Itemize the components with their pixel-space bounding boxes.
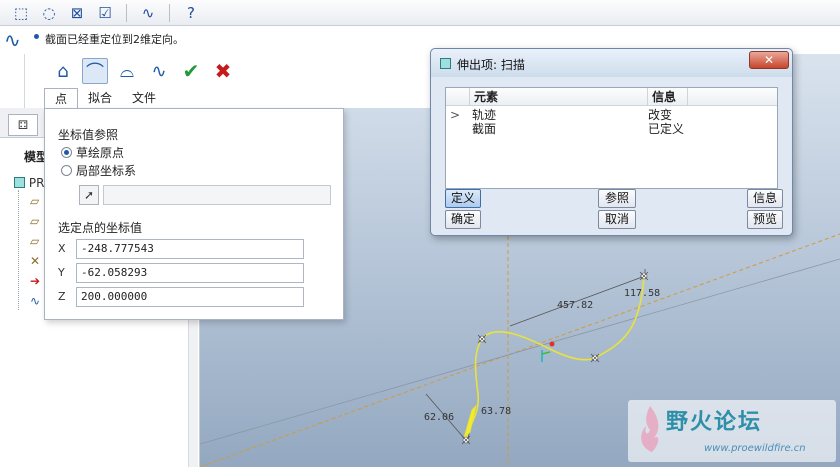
radio-local-csys[interactable]: 局部坐标系 bbox=[61, 162, 136, 179]
coord-values-heading: 选定点的坐标值 bbox=[58, 221, 143, 235]
whats-this-icon[interactable]: ? bbox=[180, 3, 202, 23]
model-tree-root[interactable]: PR bbox=[14, 176, 44, 190]
col-element-header: 元素 bbox=[470, 88, 648, 106]
dim-mid-text: 63.78 bbox=[481, 406, 511, 417]
preview-button[interactable]: 预览 bbox=[747, 210, 783, 229]
table-header-spacer bbox=[446, 88, 470, 106]
row-element[interactable]: 轨迹 bbox=[472, 108, 496, 122]
toolbar-separator bbox=[126, 3, 127, 22]
dashboard-tabs: 点 拟合 文件 bbox=[44, 88, 166, 108]
row-element[interactable]: 截面 bbox=[472, 122, 496, 136]
spline-point-1[interactable] bbox=[477, 334, 487, 344]
row-marker: > bbox=[450, 108, 461, 122]
toolbar-separator bbox=[169, 3, 170, 22]
dim-left-text: 62.06 bbox=[424, 412, 454, 423]
part-icon bbox=[14, 177, 25, 188]
dim-length-text: 457.82 bbox=[557, 300, 593, 311]
col-info-header: 信息 bbox=[648, 88, 688, 106]
tab-point[interactable]: 点 bbox=[44, 88, 79, 108]
dim-top-text: 117.58 bbox=[624, 288, 660, 299]
model-tree-root-label: PR bbox=[28, 176, 45, 190]
z-label: Z bbox=[58, 290, 66, 303]
top-toolbar: ⬚ ◌ ⊠ ☑ ∿ ? bbox=[0, 0, 840, 26]
z-coordinate-field[interactable]: 200.000000 bbox=[76, 287, 304, 307]
spline-options-icon[interactable]: ⌓ bbox=[114, 58, 140, 84]
row-info: 改变 bbox=[648, 108, 673, 122]
dashboard-divider bbox=[24, 54, 25, 108]
cancel-icon[interactable]: ✖ bbox=[210, 58, 236, 84]
watermark-title: 野火论坛 bbox=[666, 410, 763, 435]
origin-point bbox=[549, 341, 555, 347]
radio-indicator bbox=[61, 165, 72, 176]
y-label: Y bbox=[58, 266, 65, 279]
sweep-feature-icon: ∿ bbox=[4, 28, 21, 52]
pause-icon[interactable]: ∿ bbox=[146, 58, 172, 84]
sketch-display-icon[interactable]: ∿ bbox=[137, 3, 159, 23]
sweep-dialog: 伸出项: 扫描 ✕ 元素 信息 > 轨迹 改变 截面 已定义 定义 参照 信息 … bbox=[430, 48, 793, 236]
info-button[interactable]: 信息 bbox=[747, 189, 783, 208]
select-region-icon[interactable]: ◌ bbox=[38, 3, 60, 23]
spline-point-start[interactable] bbox=[461, 435, 471, 445]
message-text: 截面已经重定位到2维定向。 bbox=[45, 33, 184, 46]
flame-logo-icon bbox=[641, 406, 659, 452]
select-filter-icon[interactable]: ☑ bbox=[94, 3, 116, 23]
ok-button[interactable]: 确定 bbox=[445, 210, 481, 229]
radio-local-csys-label: 局部坐标系 bbox=[76, 164, 137, 178]
part-icon bbox=[440, 58, 451, 69]
model-tree-tab-icon[interactable]: ⚃ bbox=[8, 114, 38, 136]
csys-icon[interactable]: ✕ bbox=[30, 254, 40, 268]
start-arrow bbox=[462, 404, 477, 440]
tab-file[interactable]: 文件 bbox=[122, 88, 166, 108]
radio-selected-indicator bbox=[61, 147, 72, 158]
cancel-button[interactable]: 取消 bbox=[598, 210, 636, 229]
select-pointer-icon[interactable]: ➚ bbox=[79, 185, 99, 205]
radio-sketch-origin-label: 草绘原点 bbox=[76, 146, 125, 160]
reference-button[interactable]: 参照 bbox=[598, 189, 636, 208]
message-bullet-icon bbox=[34, 34, 39, 39]
y-coordinate-field[interactable]: -62.058293 bbox=[76, 263, 304, 283]
accept-icon[interactable]: ✔ bbox=[178, 58, 204, 84]
spline-point-2[interactable] bbox=[590, 353, 600, 363]
datum-plane-icon[interactable]: ▱ bbox=[30, 214, 39, 228]
tab-fit[interactable]: 拟合 bbox=[78, 88, 122, 108]
datum-plane-icon[interactable]: ▱ bbox=[30, 194, 39, 208]
insert-here-arrow-icon[interactable]: ➔ bbox=[30, 274, 40, 288]
select-crossing-icon[interactable]: ⊠ bbox=[66, 3, 88, 23]
table-header-filler bbox=[688, 88, 777, 106]
x-label: X bbox=[58, 242, 66, 255]
model-tree-connector bbox=[18, 190, 19, 310]
spline-icon[interactable]: ⌒ bbox=[82, 58, 108, 84]
x-coordinate-field[interactable]: -248.777543 bbox=[76, 239, 304, 259]
point-panel: 坐标值参照 草绘原点 局部坐标系 ➚ 选定点的坐标值 X -248.777543… bbox=[44, 108, 344, 320]
coord-ref-heading: 坐标值参照 bbox=[58, 128, 119, 142]
dialog-title: 伸出项: 扫描 bbox=[457, 58, 525, 72]
close-button[interactable]: ✕ bbox=[749, 51, 789, 69]
watermark-url: www.proewildfire.cn bbox=[704, 443, 806, 454]
row-info: 已定义 bbox=[648, 122, 685, 136]
select-box-icon[interactable]: ⬚ bbox=[10, 3, 32, 23]
dashboard-tools: ⌂ ⌒ ⌓ ∿ ✔ ✖ bbox=[50, 58, 236, 84]
element-table: 元素 信息 > 轨迹 改变 截面 已定义 bbox=[445, 87, 778, 189]
radio-sketch-origin[interactable]: 草绘原点 bbox=[61, 144, 124, 161]
csys-axis-x bbox=[541, 351, 551, 355]
local-csys-collector[interactable] bbox=[103, 185, 331, 205]
sweep-along-icon[interactable]: ⌂ bbox=[50, 58, 76, 84]
sweep-feature-tree-icon[interactable]: ∿ bbox=[30, 294, 40, 308]
spline-point-end[interactable] bbox=[639, 271, 649, 281]
datum-plane-icon[interactable]: ▱ bbox=[30, 234, 39, 248]
define-button[interactable]: 定义 bbox=[445, 189, 481, 208]
